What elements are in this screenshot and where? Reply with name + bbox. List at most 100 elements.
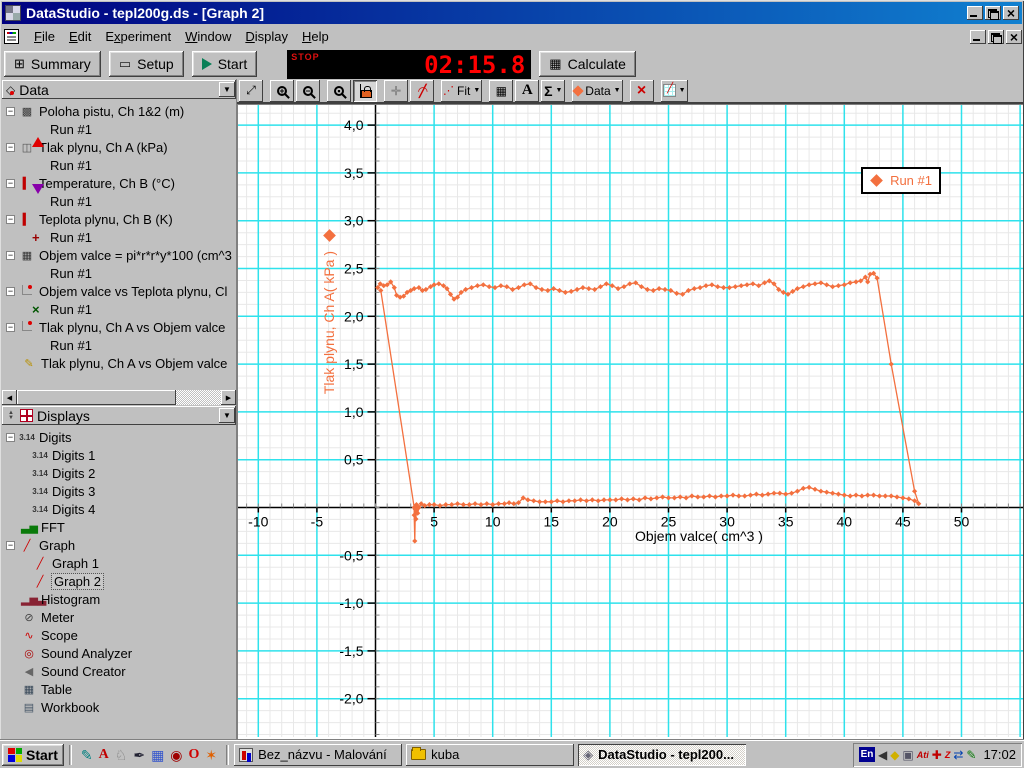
sync-icon[interactable]: ⇄ — [953, 748, 963, 762]
data-run-item[interactable]: Run #1 — [2, 264, 236, 282]
expand-icon[interactable]: − — [6, 214, 15, 224]
antivirus-icon[interactable]: ✚ — [932, 748, 942, 762]
power-icon[interactable]: Z — [945, 750, 951, 760]
child-close-button[interactable] — [1006, 29, 1022, 44]
data-tree-item[interactable]: − Objem valce vs Teplota plynu, Cl — [2, 282, 236, 300]
pen-tool-icon[interactable]: ✎ — [966, 748, 976, 762]
data-panel-dropdown[interactable]: ▼ — [219, 82, 235, 97]
display-child-item[interactable]: 3.14 Digits 3 — [2, 482, 236, 500]
menu-experiment[interactable]: Experiment — [98, 27, 178, 46]
slope-tool-button[interactable]: ◠╱ — [410, 79, 434, 102]
scheduler-icon[interactable]: ▣ — [902, 748, 913, 762]
ati-icon[interactable]: Ati — [917, 750, 929, 760]
display-child-item[interactable]: 3.14 Digits 4 — [2, 500, 236, 518]
display-tree-item[interactable]: ◎ Sound Analyzer — [2, 644, 236, 662]
scale-to-fit-button[interactable]: ⤢ — [239, 79, 263, 102]
summary-button[interactable]: ⊞ Summary — [4, 51, 101, 77]
panel-splitter-icon[interactable]: ▲ ▼ — [6, 410, 16, 421]
display-tree-item[interactable]: −3.14 Digits — [2, 428, 236, 446]
text-tool-button[interactable]: A — [515, 79, 540, 102]
delete-button[interactable]: × — [629, 79, 654, 102]
lock-axes-button[interactable] — [353, 79, 377, 102]
quicklaunch-burner-icon[interactable]: ✶ — [205, 747, 217, 763]
expand-icon[interactable]: − — [6, 286, 15, 296]
display-child-item[interactable]: 3.14 Digits 1 — [2, 446, 236, 464]
graph-settings-button-arrow-icon[interactable]: ▼ — [679, 87, 686, 94]
expand-icon[interactable]: − — [6, 322, 15, 332]
menu-window[interactable]: Window — [178, 27, 238, 46]
calculate-button[interactable]: ▦ Calculate — [539, 51, 636, 77]
display-settings-icon[interactable]: ◆ — [890, 748, 899, 762]
quicklaunch-dragon-icon[interactable]: ◉ — [170, 747, 182, 763]
child-restore-button[interactable] — [988, 29, 1004, 44]
display-tree-item[interactable]: ▦ Table — [2, 680, 236, 698]
menu-edit[interactable]: Edit — [62, 27, 98, 46]
displays-panel-header[interactable]: ▲ ▼ Displays ▼ — [2, 406, 236, 425]
start-menu-button[interactable]: Start — [2, 743, 64, 766]
zoom-in-button[interactable]: + — [270, 79, 294, 102]
data-run-item[interactable]: Run #1 — [2, 336, 236, 354]
zoom-select-button[interactable]: ▪ — [327, 79, 351, 102]
display-tree-item[interactable]: ▂▅▃ Histogram — [2, 590, 236, 608]
language-indicator[interactable]: En — [858, 747, 875, 762]
minimize-button[interactable] — [967, 6, 983, 20]
display-tree-item[interactable]: ⊘ Meter — [2, 608, 236, 626]
scroll-right-icon[interactable]: ▶ — [221, 390, 236, 405]
data-tree-hscrollbar[interactable]: ◀ ▶ — [2, 390, 236, 405]
quicklaunch-opera-icon[interactable]: O — [189, 747, 200, 763]
quicklaunch-assistant-icon[interactable]: ♘ — [115, 747, 128, 763]
display-tree-item[interactable]: − ╱ Graph — [2, 536, 236, 554]
volume-icon[interactable]: ◀ — [878, 748, 887, 762]
display-tree-item[interactable]: ▤ Workbook — [2, 698, 236, 716]
smart-tool-button[interactable]: ✛ — [384, 79, 408, 102]
fit-menu-button[interactable]: ⋰ Fit ▼ — [441, 79, 483, 102]
data-run-item[interactable]: × Run #1 — [2, 300, 236, 318]
scroll-left-icon[interactable]: ◀ — [2, 390, 17, 405]
data-tree-item[interactable]: − ▦ Objem valce = pi*r*r*y*100 (cm^3 — [2, 246, 236, 264]
display-child-item[interactable]: ╱ Graph 1 — [2, 554, 236, 572]
zoom-out-button[interactable]: − — [296, 79, 320, 102]
display-tree-item[interactable]: ▃▅ FFT — [2, 518, 236, 536]
setup-button[interactable]: ▭ Setup — [108, 51, 184, 77]
display-child-item[interactable]: 3.14 Digits 2 — [2, 464, 236, 482]
data-run-item[interactable]: Run #1 — [2, 156, 236, 174]
start-button[interactable]: Start — [191, 51, 258, 77]
menu-display[interactable]: Display — [238, 27, 295, 46]
hscroll-thumb[interactable] — [17, 390, 177, 405]
graph-display[interactable]: 4,0 3,5 3,0 2,5 2,0 1,5 1,0 0,5 -0,5 -1,0 -1,5 -2,0… — [237, 104, 1023, 739]
data-panel-header[interactable]: ◇ Data ▼ — [2, 80, 236, 99]
expand-icon[interactable]: − — [6, 540, 15, 550]
data-run-item[interactable]: + Run #1 — [2, 228, 236, 246]
menu-help[interactable]: Help — [295, 27, 336, 46]
data-tree-item[interactable]: − ▍ Teplota plynu, Ch B (K) — [2, 210, 236, 228]
quicklaunch-calculator-icon[interactable]: ▦ — [151, 747, 164, 763]
data-tree-item[interactable]: − Tlak plynu, Ch A vs Objem valce — [2, 318, 236, 336]
quicklaunch-notes-icon[interactable]: ✎ — [81, 747, 93, 763]
expand-icon[interactable]: − — [6, 250, 15, 260]
displays-panel-dropdown[interactable]: ▼ — [219, 408, 235, 423]
expand-icon[interactable]: − — [6, 106, 15, 116]
expand-icon[interactable]: − — [6, 178, 15, 188]
display-child-item[interactable]: ╱ Graph 2 — [2, 572, 236, 590]
data-run-item[interactable]: Run #1 — [2, 184, 236, 210]
data-run-item[interactable]: Run #1 — [2, 120, 236, 147]
legend[interactable]: Run #1 — [861, 167, 941, 194]
data-menu-button-arrow-icon[interactable]: ▼ — [614, 87, 621, 94]
data-tree-item[interactable]: ✎ Tlak plynu, Ch A vs Objem valce — [2, 354, 236, 372]
display-tree-item[interactable]: ◀ Sound Creator — [2, 662, 236, 680]
quicklaunch-pen-icon[interactable]: ✒ — [133, 747, 145, 763]
taskbar-task-datastudio[interactable]: ◈ DataStudio - tepl200... — [578, 743, 747, 766]
taskbar-task-paint[interactable]: Bez_názvu - Malování — [234, 743, 403, 766]
graph-settings-button[interactable]: ▼ — [660, 79, 688, 102]
child-minimize-button[interactable] — [970, 29, 986, 44]
display-tree-item[interactable]: ∿ Scope — [2, 626, 236, 644]
statistics-button[interactable]: Σ ▼ — [541, 79, 566, 102]
expand-icon[interactable]: − — [6, 142, 15, 152]
statistics-button-arrow-icon[interactable]: ▼ — [556, 87, 563, 94]
expand-icon[interactable]: − — [6, 432, 15, 442]
quicklaunch-acrobat-icon[interactable]: A — [99, 747, 109, 763]
menu-file[interactable]: File — [27, 27, 62, 46]
document-icon[interactable] — [4, 29, 19, 44]
restore-button[interactable] — [985, 6, 1001, 20]
calculate-tool-button[interactable]: ▦ — [489, 79, 514, 102]
